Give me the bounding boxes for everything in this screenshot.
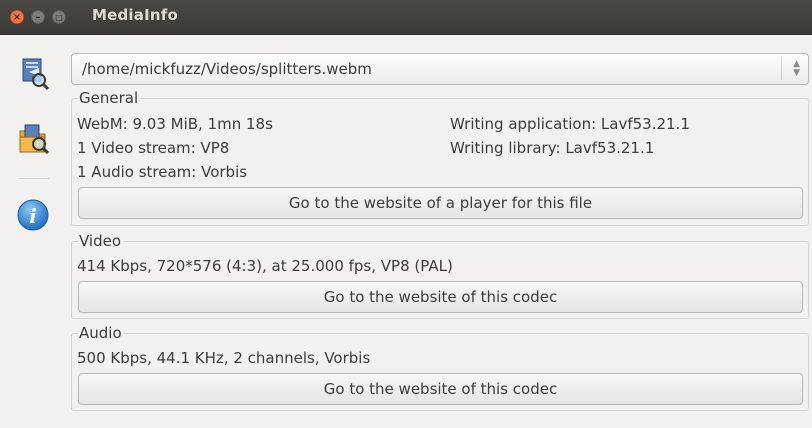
info-icon[interactable]: i bbox=[16, 198, 50, 232]
audio-info: 500 Kbps, 44.1 KHz, 2 channels, Vorbis bbox=[77, 349, 371, 367]
chevron-updown-icon: ▲ ▼ bbox=[793, 59, 800, 78]
minimize-window-button[interactable]: – bbox=[31, 10, 45, 24]
close-window-button[interactable]: × bbox=[10, 10, 24, 24]
audio-title: Audio bbox=[78, 324, 124, 342]
file-select[interactable]: /home/mickfuzz/Videos/splitters.webm ▲ ▼ bbox=[71, 53, 809, 85]
audio-codec-website-button[interactable]: Go to the website of this codec bbox=[78, 373, 803, 405]
general-title: General bbox=[78, 89, 141, 107]
title-bar: × – □ MediaInfo bbox=[0, 0, 812, 35]
window-title: MediaInfo bbox=[92, 6, 178, 24]
combo-separator bbox=[781, 58, 782, 80]
open-folder-icon[interactable] bbox=[17, 122, 51, 156]
player-website-button[interactable]: Go to the website of a player for this f… bbox=[78, 187, 803, 219]
writing-application: Writing application: Lavf53.21.1 bbox=[450, 115, 690, 133]
mediainfo-window: × – □ MediaInfo i /home/mickfuzz/Videos/… bbox=[0, 0, 812, 428]
maximize-window-button[interactable]: □ bbox=[52, 10, 66, 24]
general-video-streams: 1 Video stream: VP8 bbox=[77, 139, 230, 157]
writing-library: Writing library: Lavf53.21.1 bbox=[450, 139, 655, 157]
general-audio-streams: 1 Audio stream: Vorbis bbox=[77, 163, 248, 181]
file-select-value: /home/mickfuzz/Videos/splitters.webm bbox=[82, 60, 372, 78]
svg-text:i: i bbox=[29, 204, 37, 228]
sidebar-separator bbox=[19, 178, 49, 179]
general-format-line: WebM: 9.03 MiB, 1mn 18s bbox=[77, 115, 273, 133]
open-file-icon[interactable] bbox=[17, 56, 51, 91]
video-title: Video bbox=[78, 232, 124, 250]
video-codec-website-button[interactable]: Go to the website of this codec bbox=[78, 281, 803, 313]
video-info: 414 Kbps, 720*576 (4:3), at 25.000 fps, … bbox=[77, 257, 453, 275]
video-group: Video 414 Kbps, 720*576 (4:3), at 25.000… bbox=[71, 232, 809, 319]
general-group: General WebM: 9.03 MiB, 1mn 18s 1 Video … bbox=[71, 89, 809, 226]
audio-group: Audio 500 Kbps, 44.1 KHz, 2 channels, Vo… bbox=[71, 324, 809, 411]
